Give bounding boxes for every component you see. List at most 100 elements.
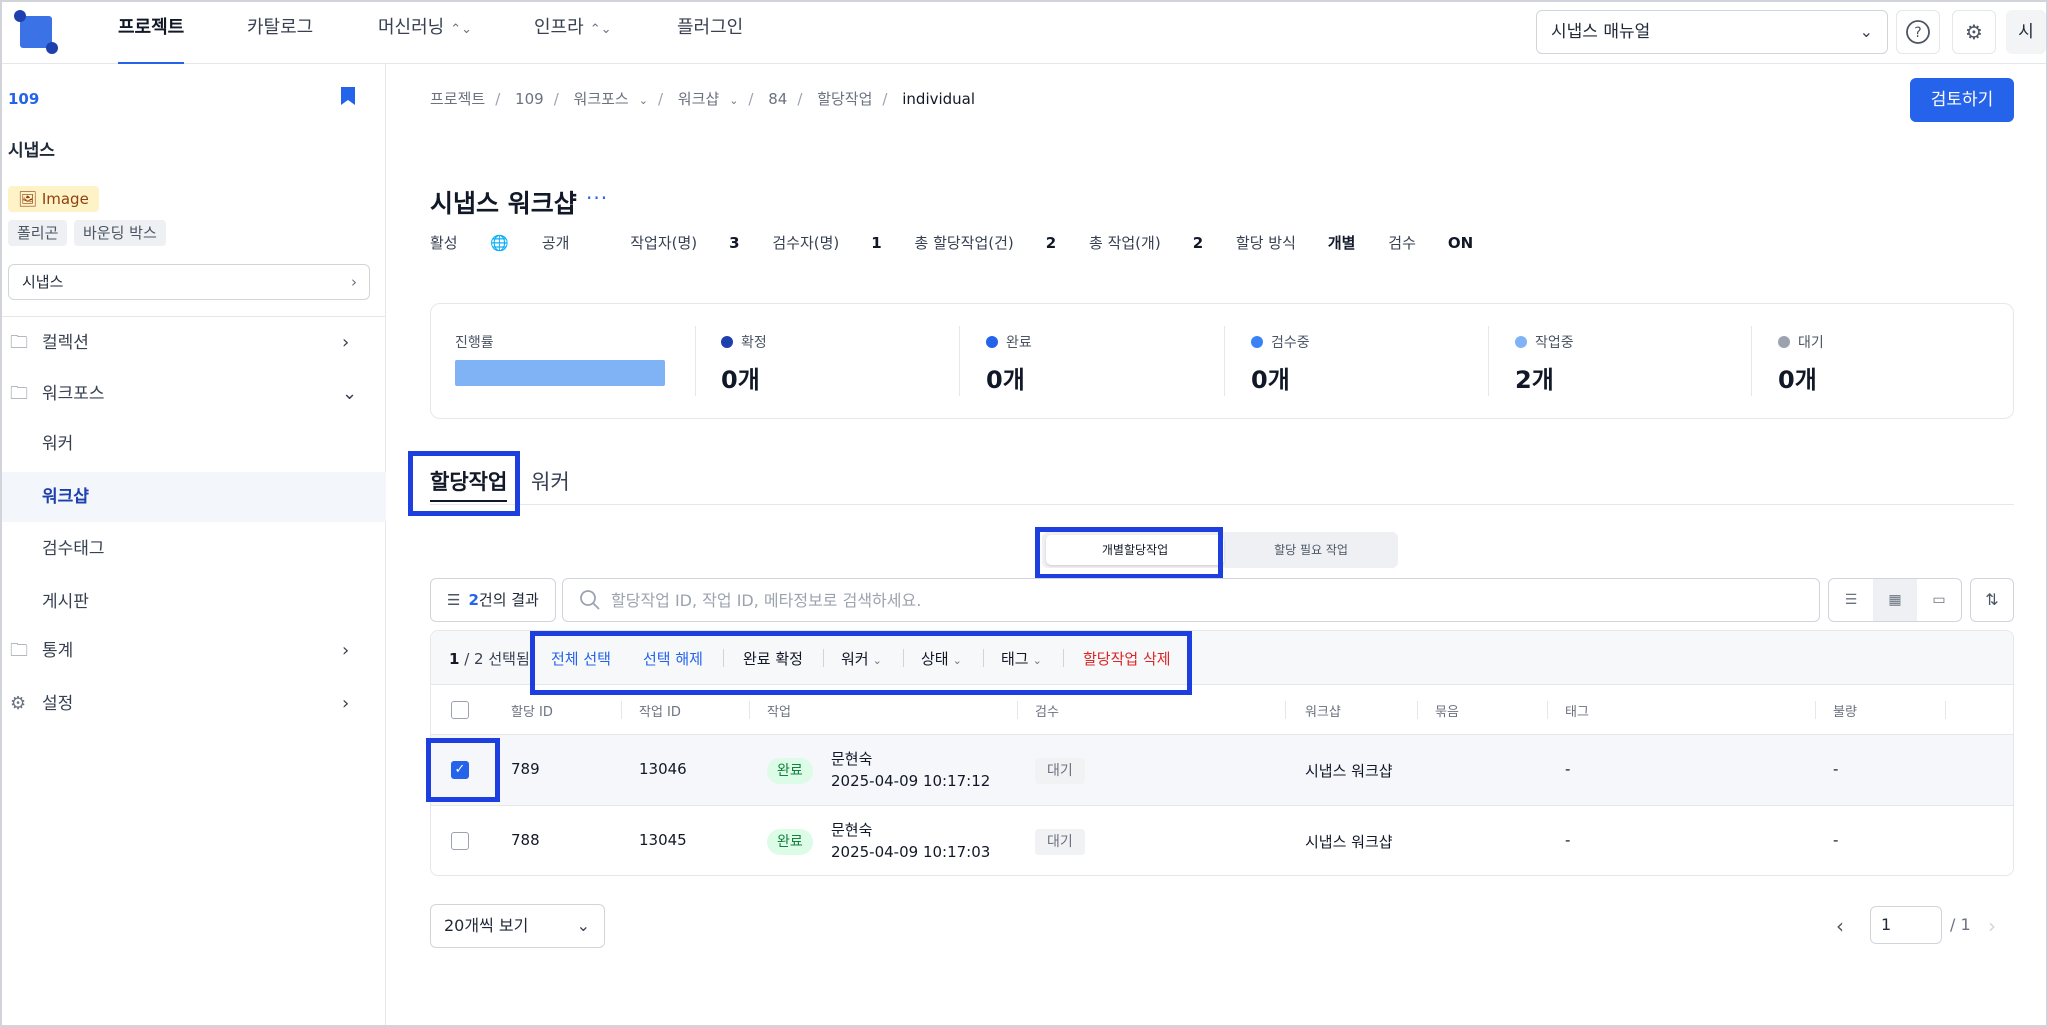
divider (695, 326, 696, 396)
page-input[interactable]: 1 (1870, 906, 1942, 944)
next-page-icon[interactable]: › (1988, 914, 1996, 938)
column-divider[interactable] (1285, 701, 1286, 719)
nav-tab-infra[interactable]: 인프라 ⌃⌄ (534, 2, 611, 64)
meta-value: 2 (1192, 234, 1204, 252)
globe-icon: 🌐 (490, 234, 510, 252)
project-selector[interactable]: 시냅스 › (8, 264, 370, 300)
project-selector-value: 시냅스 (22, 273, 64, 291)
divider (2, 316, 386, 317)
sidebar-item-collection[interactable]: 🗀 컬렉션 › (2, 318, 386, 368)
column-divider[interactable] (1815, 701, 1816, 719)
column-header[interactable]: 묶음 (1435, 701, 1459, 720)
search-box (562, 578, 1820, 622)
column-header[interactable]: 워크샵 (1305, 701, 1341, 720)
sidebar-item-label: 통계 (42, 641, 74, 661)
column-header[interactable]: 작업 (767, 701, 791, 720)
nav-tab-ml[interactable]: 머신러닝 ⌃⌄ (378, 2, 472, 64)
column-header[interactable]: 할당 ID (511, 701, 553, 720)
page-total: / 1 (1950, 915, 1971, 934)
project-name: 시냅스 (8, 141, 55, 161)
meta-label: 작업자(명) (630, 234, 698, 252)
meta-reviewers: 검수자(명) 1 (772, 234, 881, 252)
nav-tab-plugin[interactable]: 플러그인 (677, 2, 743, 64)
column-divider[interactable] (1417, 701, 1418, 719)
progress-bar (455, 360, 665, 386)
workshop-meta: 활성 🌐 공개 작업자(명) 3 검수자(명) 1 총 할당작업(건) 2 총 작업(… (430, 232, 1501, 253)
workshop-name: 시냅스 워크샵 (1305, 762, 1393, 780)
search-input[interactable] (611, 587, 1791, 613)
settings-button[interactable]: ⚙ (1952, 10, 1996, 54)
worker-name: 문현숙 (831, 750, 873, 768)
review-badge: 대기 (1035, 829, 1085, 855)
divider (959, 326, 960, 396)
status-badge: 완료 (767, 829, 813, 855)
page-title: 시냅스 워크샵 (430, 189, 577, 218)
bookmark-icon[interactable] (340, 86, 356, 106)
result-count-suffix: 건의 결과 (478, 591, 539, 609)
avatar-label: 시 (2018, 22, 2034, 42)
tab-workers[interactable]: 워커 (531, 466, 570, 496)
meta-value: 2 (1045, 234, 1057, 252)
stat-reviewing: 검수중 0개 (1251, 332, 1310, 395)
divider (1224, 326, 1225, 396)
defect-value: - (1833, 760, 1839, 778)
tag-value: - (1565, 831, 1571, 849)
select-all-checkbox[interactable] (451, 701, 469, 719)
meta-label: 총 작업(개) (1089, 234, 1161, 252)
project-id[interactable]: 109 (8, 90, 39, 108)
avatar[interactable]: 시 (2006, 10, 2046, 54)
segment-needs-assignment[interactable]: 할당 필요 작업 (1228, 535, 1394, 565)
sidebar-item-stats[interactable]: 🗀 통계 › (2, 626, 386, 676)
filter-button[interactable]: ☰ 2건의 결과 (430, 578, 556, 622)
defect-value: - (1833, 831, 1839, 849)
breadcrumb-item[interactable]: 워크포스 (574, 90, 629, 108)
meta-visibility: 🌐 공개 (490, 234, 597, 252)
page-size-select[interactable]: 20개씩 보기 ⌄ (430, 904, 605, 948)
panel-view-icon[interactable]: ▭ (1917, 579, 1961, 621)
column-divider[interactable] (1547, 701, 1548, 719)
help-button[interactable]: ? (1896, 10, 1940, 54)
app-logo[interactable] (14, 10, 58, 54)
sidebar-subitem-worker[interactable]: 워커 (2, 419, 386, 469)
sort-button[interactable]: ⇅ (1970, 578, 2014, 622)
nav-tab-catalog[interactable]: 카탈로그 (247, 2, 313, 64)
stat-value: 0개 (986, 366, 1025, 394)
manual-select[interactable]: 시냅스 매뉴얼 ⌄ (1536, 10, 1888, 54)
divider (1488, 326, 1489, 396)
table-row[interactable]: ✓ 789 13046 완료 문현숙 2025-04-09 10:17:12 대… (431, 735, 2013, 806)
column-divider[interactable] (621, 701, 622, 719)
chevron-down-icon: ⌄ (729, 94, 739, 107)
sidebar-item-workforce[interactable]: 🗀 워크포스 ⌄ (2, 369, 386, 419)
breadcrumb-item[interactable]: 109 (515, 90, 544, 108)
sidebar-subitem-board[interactable]: 게시판 (2, 577, 386, 627)
breadcrumb-item[interactable]: 프로젝트 (430, 90, 485, 108)
breadcrumb-item[interactable]: 워크샵 (678, 90, 719, 108)
column-header[interactable]: 불량 (1833, 701, 1857, 720)
column-divider[interactable] (1945, 701, 1946, 719)
sidebar-subitem-workshop[interactable]: 워크샵 (2, 472, 386, 522)
nav-tab-project[interactable]: 프로젝트 (118, 2, 185, 64)
meta-label: 할당 방식 (1235, 234, 1296, 252)
meta-visibility-label: 공개 (541, 234, 570, 252)
data-type-label: Image (41, 190, 89, 208)
table-row[interactable]: 788 13045 완료 문현숙 2025-04-09 10:17:03 대기 … (431, 806, 2013, 875)
breadcrumb-item[interactable]: 할당작업 (817, 90, 872, 108)
review-button[interactable]: 검토하기 (1910, 78, 2014, 122)
search-icon (580, 590, 600, 610)
column-header[interactable]: 작업 ID (639, 701, 681, 720)
column-header[interactable]: 검수 (1035, 701, 1059, 720)
column-header[interactable]: 태그 (1565, 701, 1589, 720)
sidebar-item-settings[interactable]: ⚙ 설정 › (2, 679, 386, 729)
column-divider[interactable] (1017, 701, 1018, 719)
meta-value: 개별 (1327, 234, 1356, 252)
row-checkbox[interactable] (451, 832, 469, 850)
work-time: 2025-04-09 10:17:03 (831, 843, 991, 861)
column-divider[interactable] (749, 701, 750, 719)
page-size-value: 20개씩 보기 (444, 916, 529, 935)
prev-page-icon[interactable]: ‹ (1836, 914, 1844, 938)
more-icon[interactable]: ··· (586, 186, 608, 210)
grid-view-icon[interactable]: ▦ (1873, 579, 1917, 621)
breadcrumb-item[interactable]: 84 (768, 90, 787, 108)
list-view-icon[interactable]: ☰ (1829, 579, 1873, 621)
sidebar-subitem-review-tag[interactable]: 검수태그 (2, 524, 386, 574)
